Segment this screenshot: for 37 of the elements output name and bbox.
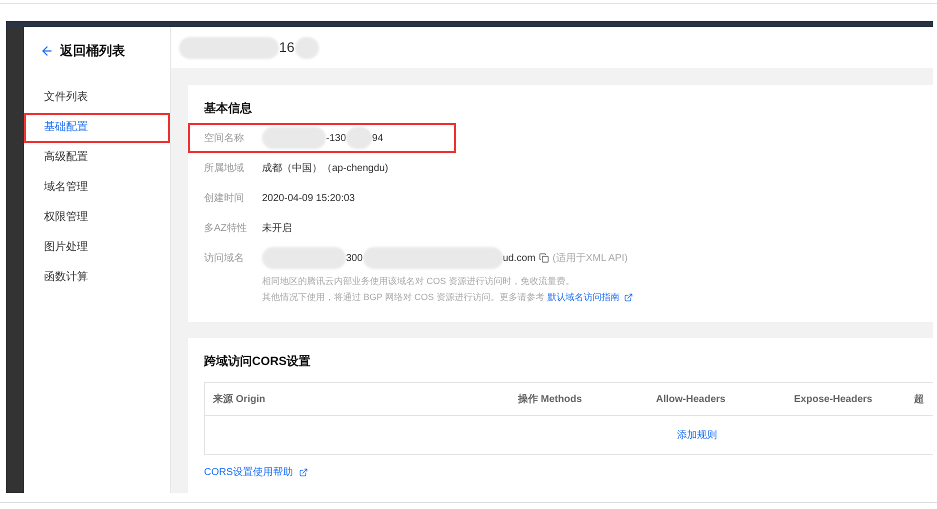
cors-help-link[interactable]: CORS设置使用帮助	[204, 465, 293, 480]
add-rule-link[interactable]: 添加规则	[677, 428, 717, 442]
back-link[interactable]: 返回桶列表	[40, 41, 125, 60]
card-title: 跨域访问CORS设置	[204, 353, 312, 370]
hint-text: 相同地区的腾讯云内部业务使用该域名对 COS 资源进行访问时，免收流量费。	[262, 275, 576, 288]
field-label: 空间名称	[204, 132, 245, 146]
field-value: 未开启	[262, 222, 292, 236]
external-link-icon	[624, 292, 634, 302]
field-label: 所属地域	[204, 162, 245, 176]
field-value: ud.com	[502, 252, 536, 266]
field-note: (适用于XML API)	[552, 252, 628, 266]
copy-icon[interactable]	[539, 253, 550, 263]
sidebar-item[interactable]: 函数计算	[24, 262, 170, 292]
page-title: 16	[279, 38, 295, 57]
column-header: 来源 Origin	[213, 392, 266, 406]
field-value: 300	[346, 252, 363, 266]
field-label: 创建时间	[204, 192, 245, 206]
sidebar-item[interactable]: 高级配置	[24, 142, 170, 172]
sidebar-item[interactable]: 域名管理	[24, 172, 170, 202]
column-header: 超	[914, 392, 925, 406]
column-header: Expose-Headers	[794, 392, 874, 406]
sidebar-item[interactable]: 权限管理	[24, 202, 170, 232]
field-label: 访问域名	[204, 252, 245, 266]
column-header: 操作 Methods	[518, 392, 583, 406]
field-value: 成都（中国）（ap-chengdu)	[262, 162, 388, 176]
sidebar-item[interactable]: 基础配置	[24, 112, 170, 142]
card-title: 基本信息	[204, 100, 253, 117]
external-link-icon	[298, 468, 308, 477]
field-value: 2020-04-09 15:20:03	[262, 192, 355, 206]
column-header: Allow-Headers	[656, 392, 726, 406]
sidebar-item[interactable]: 图片处理	[24, 232, 170, 262]
field-value: 94	[372, 132, 384, 146]
sidebar-item[interactable]: 文件列表	[24, 82, 170, 112]
field-value: -130	[326, 132, 346, 146]
guide-link[interactable]: 默认域名访问指南	[547, 289, 620, 305]
hint-text: 其他情况下使用，将通过 BGP 网络对 COS 资源进行访问。更多请参考	[262, 291, 544, 304]
field-label: 多AZ特性	[204, 222, 248, 236]
